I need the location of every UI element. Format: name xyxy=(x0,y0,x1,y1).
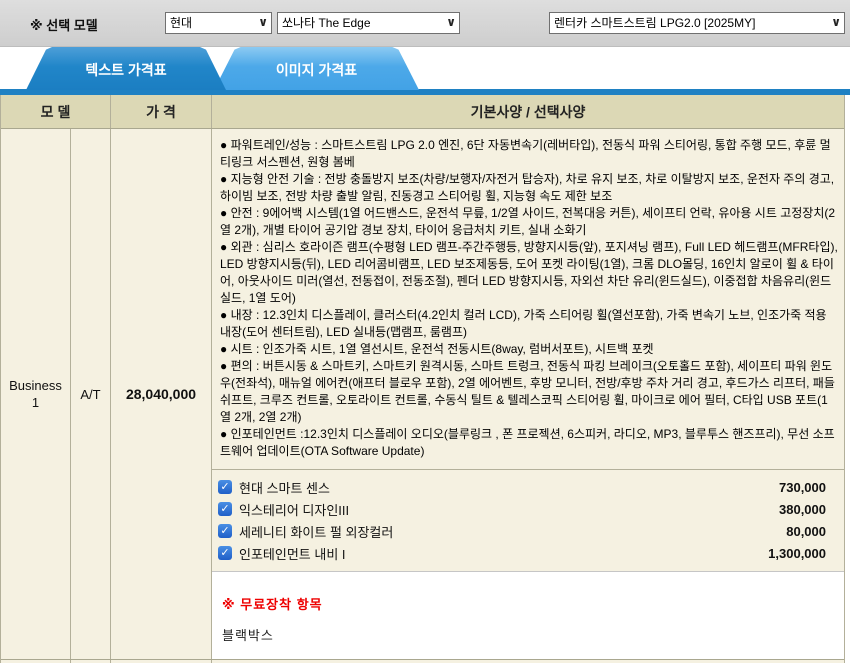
header-specs: 기본사양 / 선택사양 xyxy=(212,95,844,128)
spec-line: ● 편의 : 버튼시동 & 스마트키, 스마트키 원격시동, 스마트 트렁크, … xyxy=(220,358,838,426)
price-cell: 28,040,000 xyxy=(111,129,212,659)
table-row: Business 1 A/T 28,040,000 ● 파워트레인/성능 : 스… xyxy=(1,129,844,660)
free-items-title: ※ 무료장착 항목 xyxy=(222,594,844,613)
option-label: 인포테인먼트 내비 I xyxy=(239,544,346,563)
option-row: ✓ 인포테인먼트 내비 I 1,300,000 xyxy=(218,542,826,564)
spec-line: ● 인포테인먼트 :12.3인치 디스플레이 오디오(블루링크 , 폰 프로젝션… xyxy=(220,426,838,460)
spec-line: ● 외관 : 심리스 호라이즌 램프(수평형 LED 램프-주간주행등, 방향지… xyxy=(220,239,838,307)
spec-line: ● 내장 : 12.3인치 디스플레이, 클러스터(4.2인치 컬러 LCD),… xyxy=(220,307,838,341)
option-row: ✓ 익스테리어 디자인III 380,000 xyxy=(218,498,826,520)
option-label: 익스테리어 디자인III xyxy=(239,500,349,519)
specs-cell: ● 파워트레인/성능 : 스마트스트림 LPG 2.0 엔진, 6단 자동변속기… xyxy=(212,129,844,659)
option-checkbox[interactable]: ✓ xyxy=(218,524,232,538)
free-item: 블랙박스 xyxy=(222,625,844,644)
option-price: 1,300,000 xyxy=(768,546,826,561)
trim-select-wrap: 렌터카 스마트스트림 LPG2.0 [2025MY] ∨ xyxy=(549,12,845,34)
option-label: 세레니티 화이트 펄 외장컬러 xyxy=(239,522,393,541)
model-selector-label: ※ 선택 모델 xyxy=(30,15,98,34)
option-checkbox[interactable]: ✓ xyxy=(218,502,232,516)
tab-image-price[interactable]: 이미지 가격표 xyxy=(214,47,419,90)
transmission-cell: A/T xyxy=(71,129,111,659)
brand-select-wrap: 현대 ∨ xyxy=(165,12,272,34)
spec-line: ● 안전 : 9에어백 시스템(1열 어드밴스드, 운전석 무릎, 1/2열 사… xyxy=(220,205,838,239)
model-select-wrap: 쏘나타 The Edge ∨ xyxy=(277,12,460,34)
free-items-block: ※ 무료장착 항목 블랙박스 xyxy=(212,571,844,659)
tab-text-price[interactable]: 텍스트 가격표 xyxy=(26,47,226,90)
free-items-list: 블랙박스 xyxy=(222,625,844,644)
option-price: 80,000 xyxy=(786,524,826,539)
option-row: ✓ 현대 스마트 센스 730,000 xyxy=(218,476,826,498)
spec-line: ● 파워트레인/성능 : 스마트스트림 LPG 2.0 엔진, 6단 자동변속기… xyxy=(220,137,838,171)
spec-line: ● 지능형 안전 기술 : 전방 충돌방지 보조(차량/보행자/자전거 탑승자)… xyxy=(220,171,838,205)
option-price: 730,000 xyxy=(779,480,826,495)
trim-select[interactable]: 렌터카 스마트스트림 LPG2.0 [2025MY] xyxy=(550,13,844,33)
option-checkbox[interactable]: ✓ xyxy=(218,546,232,560)
model-select[interactable]: 쏘나타 The Edge xyxy=(278,13,459,33)
option-row: ✓ 세레니티 화이트 펄 외장컬러 80,000 xyxy=(218,520,826,542)
option-checkbox[interactable]: ✓ xyxy=(218,480,232,494)
spec-list: ● 파워트레인/성능 : 스마트스트림 LPG 2.0 엔진, 6단 자동변속기… xyxy=(212,129,844,469)
brand-select[interactable]: 현대 xyxy=(166,13,271,33)
header-model: 모 델 xyxy=(1,95,111,128)
table-header-row: 모 델 가 격 기본사양 / 선택사양 xyxy=(1,95,844,129)
next-row-sliver xyxy=(1,660,844,663)
spec-line: ● 시트 : 인조가죽 시트, 1열 열선시트, 운전석 전동시트(8way, … xyxy=(220,341,838,358)
model-selector-bar: ※ 선택 모델 현대 ∨ 쏘나타 The Edge ∨ 렌터카 스마트스트림 L… xyxy=(0,0,850,47)
option-price: 380,000 xyxy=(779,502,826,517)
header-price: 가 격 xyxy=(111,95,212,128)
price-tabs: 텍스트 가격표 이미지 가격표 xyxy=(0,47,850,95)
model-name-cell: Business 1 xyxy=(1,129,71,659)
option-list: ✓ 현대 스마트 센스 730,000 ✓ 익스테리어 디자인III 380,000 ✓ 세레… xyxy=(212,469,844,571)
option-label: 현대 스마트 센스 xyxy=(239,478,330,497)
price-table: 모 델 가 격 기본사양 / 선택사양 Business 1 A/T 28,04… xyxy=(0,95,845,663)
